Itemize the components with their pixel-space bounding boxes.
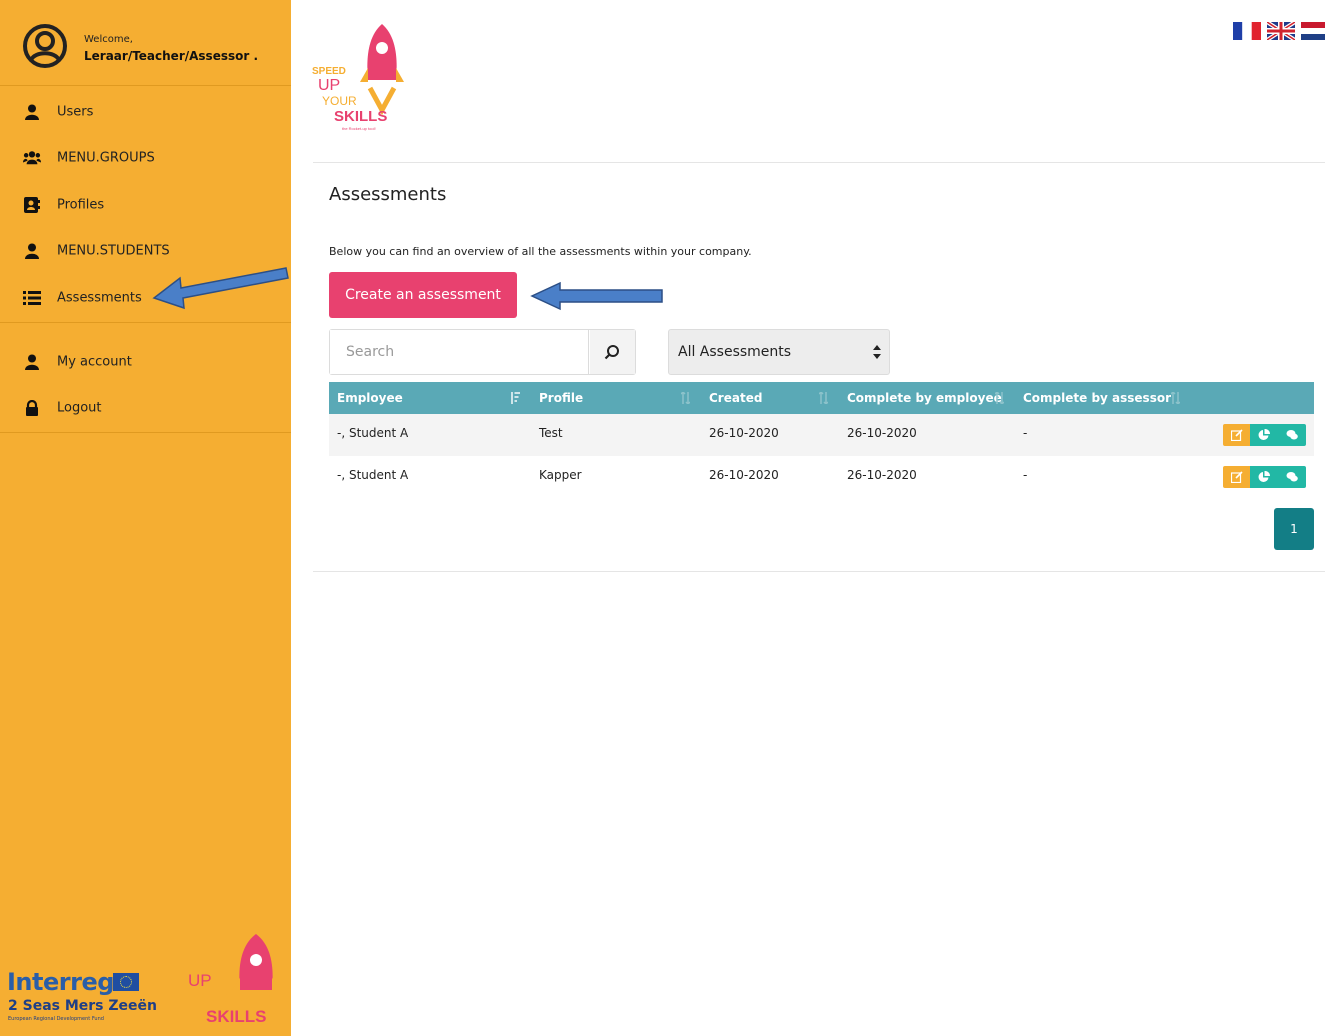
username: Leraar/Teacher/Assessor .	[84, 49, 259, 63]
avatar	[23, 24, 67, 68]
sidebar-item-label: My account	[57, 354, 132, 370]
eu-flag-icon	[113, 973, 139, 991]
column-header-employee[interactable]: Employee	[337, 382, 403, 414]
annotation-arrow-create	[530, 281, 663, 311]
logo-skills-text: SKILLS	[334, 108, 387, 125]
lock-icon	[26, 400, 38, 416]
seas-label: 2 Seas Mers Zeeën	[8, 998, 157, 1014]
sort-icon[interactable]	[511, 392, 520, 404]
interreg-logo: Interreg	[7, 968, 114, 996]
user-icon	[25, 243, 39, 259]
table-header: Employee Profile Created Complete by emp…	[329, 382, 1314, 414]
seas-sublabel: European Regional Development Fund	[8, 1016, 104, 1022]
flag-en-icon[interactable]	[1267, 22, 1295, 40]
speedup-logo: SPEED UP YOUR SKILLS the Rocket-up tool!	[312, 24, 404, 131]
page-title: Assessments	[329, 184, 447, 205]
pie-chart-icon	[1258, 429, 1270, 440]
chat-icon	[1286, 472, 1298, 482]
search-button[interactable]	[590, 330, 635, 374]
column-header-created[interactable]: Created	[709, 382, 762, 414]
sidebar-item-users[interactable]: Users	[0, 92, 291, 132]
sidebar-item-profiles[interactable]: Profiles	[0, 185, 291, 225]
sidebar-item-my-account[interactable]: My account	[0, 342, 291, 382]
edit-icon	[1231, 429, 1243, 441]
logo-speed-text: SPEED	[312, 66, 346, 77]
profile-card-icon	[24, 197, 40, 213]
search-input[interactable]	[330, 330, 589, 374]
table-row[interactable]: -, Student A Test 26-10-2020 26-10-2020 …	[329, 414, 1314, 456]
logo-speed-text: SPEED	[182, 959, 219, 971]
logo-tagline-text: the Rocket-up tool!	[342, 126, 376, 131]
select-arrows-icon	[873, 345, 881, 359]
create-assessment-button[interactable]: Create an assessment	[329, 272, 517, 318]
page-description: Below you can find an overview of all th…	[329, 245, 752, 258]
sidebar-item-label: Users	[57, 104, 94, 120]
cell-complete-assessor: -	[1023, 426, 1028, 440]
sort-icon[interactable]	[995, 392, 1004, 404]
search-icon	[604, 345, 619, 360]
table-row[interactable]: -, Student A Kapper 26-10-2020 26-10-202…	[329, 456, 1314, 498]
cell-complete-assessor: -	[1023, 468, 1028, 482]
flag-nl-icon[interactable]	[1301, 22, 1325, 40]
column-header-complete-assessor[interactable]: Complete by assessor	[1023, 382, 1171, 414]
comments-button[interactable]	[1278, 466, 1306, 488]
user-block: Welcome, Leraar/Teacher/Assessor .	[0, 0, 291, 86]
cell-profile: Kapper	[539, 468, 582, 482]
header-divider	[313, 162, 1325, 163]
row-actions	[1223, 424, 1306, 446]
group-icon	[23, 151, 41, 165]
logo-up-text: UP	[188, 971, 212, 990]
user-icon	[25, 354, 39, 370]
sidebar-item-label: MENU.STUDENTS	[57, 243, 170, 259]
pie-chart-icon	[1258, 471, 1270, 482]
sort-icon[interactable]	[1171, 392, 1180, 404]
footer-logos: Interreg 2 Seas Mers Zeeën European Regi…	[0, 920, 291, 1036]
language-switcher	[1205, 22, 1325, 40]
logo-your-text: YOUR	[192, 990, 230, 1005]
edit-button[interactable]	[1223, 466, 1250, 488]
user-icon	[25, 104, 39, 120]
sidebar-item-label: Profiles	[57, 197, 105, 213]
comments-button[interactable]	[1278, 424, 1306, 446]
edit-button[interactable]	[1223, 424, 1250, 446]
list-icon	[23, 291, 41, 305]
assessment-filter-select[interactable]: All Assessments	[668, 329, 890, 375]
logo-skills-text: SKILLS	[206, 1007, 266, 1026]
sort-icon[interactable]	[819, 392, 828, 404]
sidebar-item-label: MENU.GROUPS	[57, 150, 155, 166]
chat-icon	[1286, 430, 1298, 440]
speedup-logo-small: SPEED UP YOUR SKILLS	[182, 934, 280, 1026]
cell-complete-employee: 26-10-2020	[847, 426, 917, 440]
edit-icon	[1231, 471, 1243, 483]
sidebar-item-logout[interactable]: Logout	[0, 388, 291, 428]
column-header-profile[interactable]: Profile	[539, 382, 583, 414]
cell-profile: Test	[539, 426, 563, 440]
results-chart-button[interactable]	[1250, 466, 1278, 488]
flag-fr-icon[interactable]	[1233, 22, 1261, 40]
cell-complete-employee: 26-10-2020	[847, 468, 917, 482]
nav-divider	[0, 322, 291, 323]
cell-created: 26-10-2020	[709, 426, 779, 440]
cell-employee: -, Student A	[337, 426, 409, 440]
cell-employee: -, Student A	[337, 468, 409, 482]
annotation-arrow-assessments	[152, 267, 289, 310]
main-content: SPEED UP YOUR SKILLS the Rocket-up tool!…	[291, 0, 1325, 1036]
sidebar-item-label: Logout	[57, 400, 102, 416]
sidebar: Welcome, Leraar/Teacher/Assessor . Users…	[0, 0, 291, 1036]
welcome-text: Welcome,	[84, 34, 133, 45]
logo-up-text: UP	[318, 77, 340, 94]
sidebar-item-groups[interactable]: MENU.GROUPS	[0, 138, 291, 178]
cell-created: 26-10-2020	[709, 468, 779, 482]
filter-selected-value: All Assessments	[678, 344, 792, 360]
nav-divider	[0, 432, 291, 433]
content-divider	[313, 571, 1325, 572]
search-group	[329, 329, 636, 375]
pagination-page-button[interactable]: 1	[1274, 508, 1314, 550]
logo-your-text: YOUR	[322, 94, 357, 108]
sidebar-item-label: Assessments	[57, 290, 142, 306]
sort-icon[interactable]	[681, 392, 690, 404]
row-actions	[1223, 466, 1306, 488]
results-chart-button[interactable]	[1250, 424, 1278, 446]
column-header-complete-employee[interactable]: Complete by employee	[847, 382, 1002, 414]
